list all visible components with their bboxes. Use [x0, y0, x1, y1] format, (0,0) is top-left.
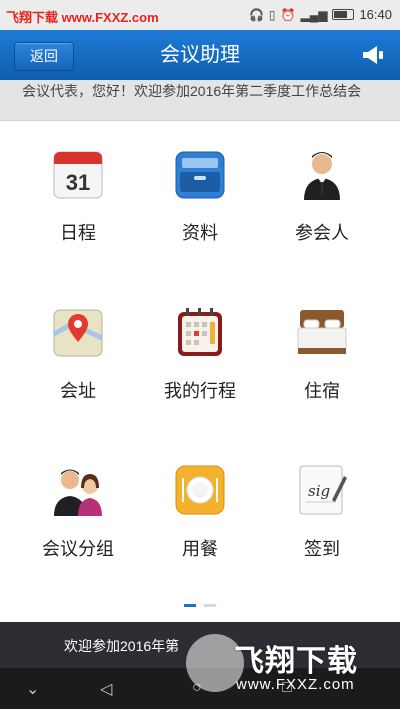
group-icon	[54, 469, 102, 516]
plate-icon	[175, 465, 225, 515]
megaphone-icon[interactable]	[360, 43, 386, 67]
app-bar: 会议助理 返回	[0, 30, 400, 80]
watermark-text: 飞翔下载 www.FXXZ.com	[6, 10, 159, 25]
status-bar: 飞翔下载 www.FXXZ.com 🎧 ▯ ⏰ ▂▄▆ 16:40	[0, 0, 400, 30]
headset-icon: 🎧	[248, 7, 264, 22]
tile-attendees[interactable]: 参会人	[262, 146, 382, 245]
signature-text: sig	[308, 482, 330, 500]
watermark-logo: 飞翔下载 www.FXXZ.com	[186, 626, 386, 704]
page-dot-active[interactable]	[183, 604, 196, 607]
tile-itinerary[interactable]: 我的行程	[140, 304, 260, 403]
chevron-down-icon[interactable]: ⌄	[26, 679, 39, 699]
page-dot[interactable]	[204, 604, 217, 607]
announcement-text: 会议代表，您好！欢迎参加2016年第二季度工作总结会	[22, 83, 362, 99]
vibrate-icon: ▯	[268, 7, 276, 22]
tile-dining[interactable]: 用餐	[140, 462, 260, 561]
signature-icon: sig	[299, 465, 347, 515]
announcement-ticker: 会议代表，您好！欢迎参加2016年第二季度工作总结会	[0, 80, 400, 121]
status-icons: 🎧 ▯ ⏰ ▂▄▆ 16:40	[249, 7, 392, 22]
back-triangle-icon[interactable]: ◁	[100, 679, 112, 699]
bed-icon	[297, 310, 347, 354]
signal-icon: ▂▄▆	[300, 7, 328, 22]
tile-groups[interactable]: 会议分组	[18, 462, 138, 561]
status-time: 16:40	[359, 7, 392, 22]
battery-icon	[332, 9, 355, 20]
watermark-url: www.FXXZ.com	[236, 676, 355, 693]
tile-label: 参会人	[295, 223, 349, 243]
tile-label: 我的行程	[164, 381, 236, 401]
person-icon	[304, 152, 340, 200]
tile-checkin[interactable]: sig 签到	[262, 462, 382, 561]
tile-label: 住宿	[304, 381, 340, 401]
tile-materials[interactable]: 资料	[140, 146, 260, 245]
watermark-title: 飞翔下载	[234, 645, 358, 678]
tile-label: 用餐	[182, 539, 218, 559]
tile-schedule[interactable]: 31 日程	[18, 146, 138, 245]
alarm-icon: ⏰	[280, 7, 296, 22]
page-indicator	[0, 604, 400, 610]
back-button[interactable]: 返回	[14, 42, 74, 71]
bottom-banner-text: 欢迎参加2016年第	[64, 638, 180, 654]
tile-label: 会议分组	[42, 539, 114, 559]
tile-venue[interactable]: 会址	[18, 304, 138, 403]
tile-label: 签到	[304, 539, 340, 559]
tile-lodging[interactable]: 住宿	[262, 304, 382, 403]
planner-icon	[178, 308, 222, 356]
file-drawer-icon	[175, 151, 225, 199]
calendar-icon: 31	[53, 151, 103, 199]
tile-label: 会址	[60, 381, 96, 401]
map-pin-icon	[52, 309, 104, 357]
calendar-day: 31	[66, 170, 90, 195]
tile-label: 日程	[60, 223, 96, 243]
tile-label: 资料	[182, 223, 218, 243]
